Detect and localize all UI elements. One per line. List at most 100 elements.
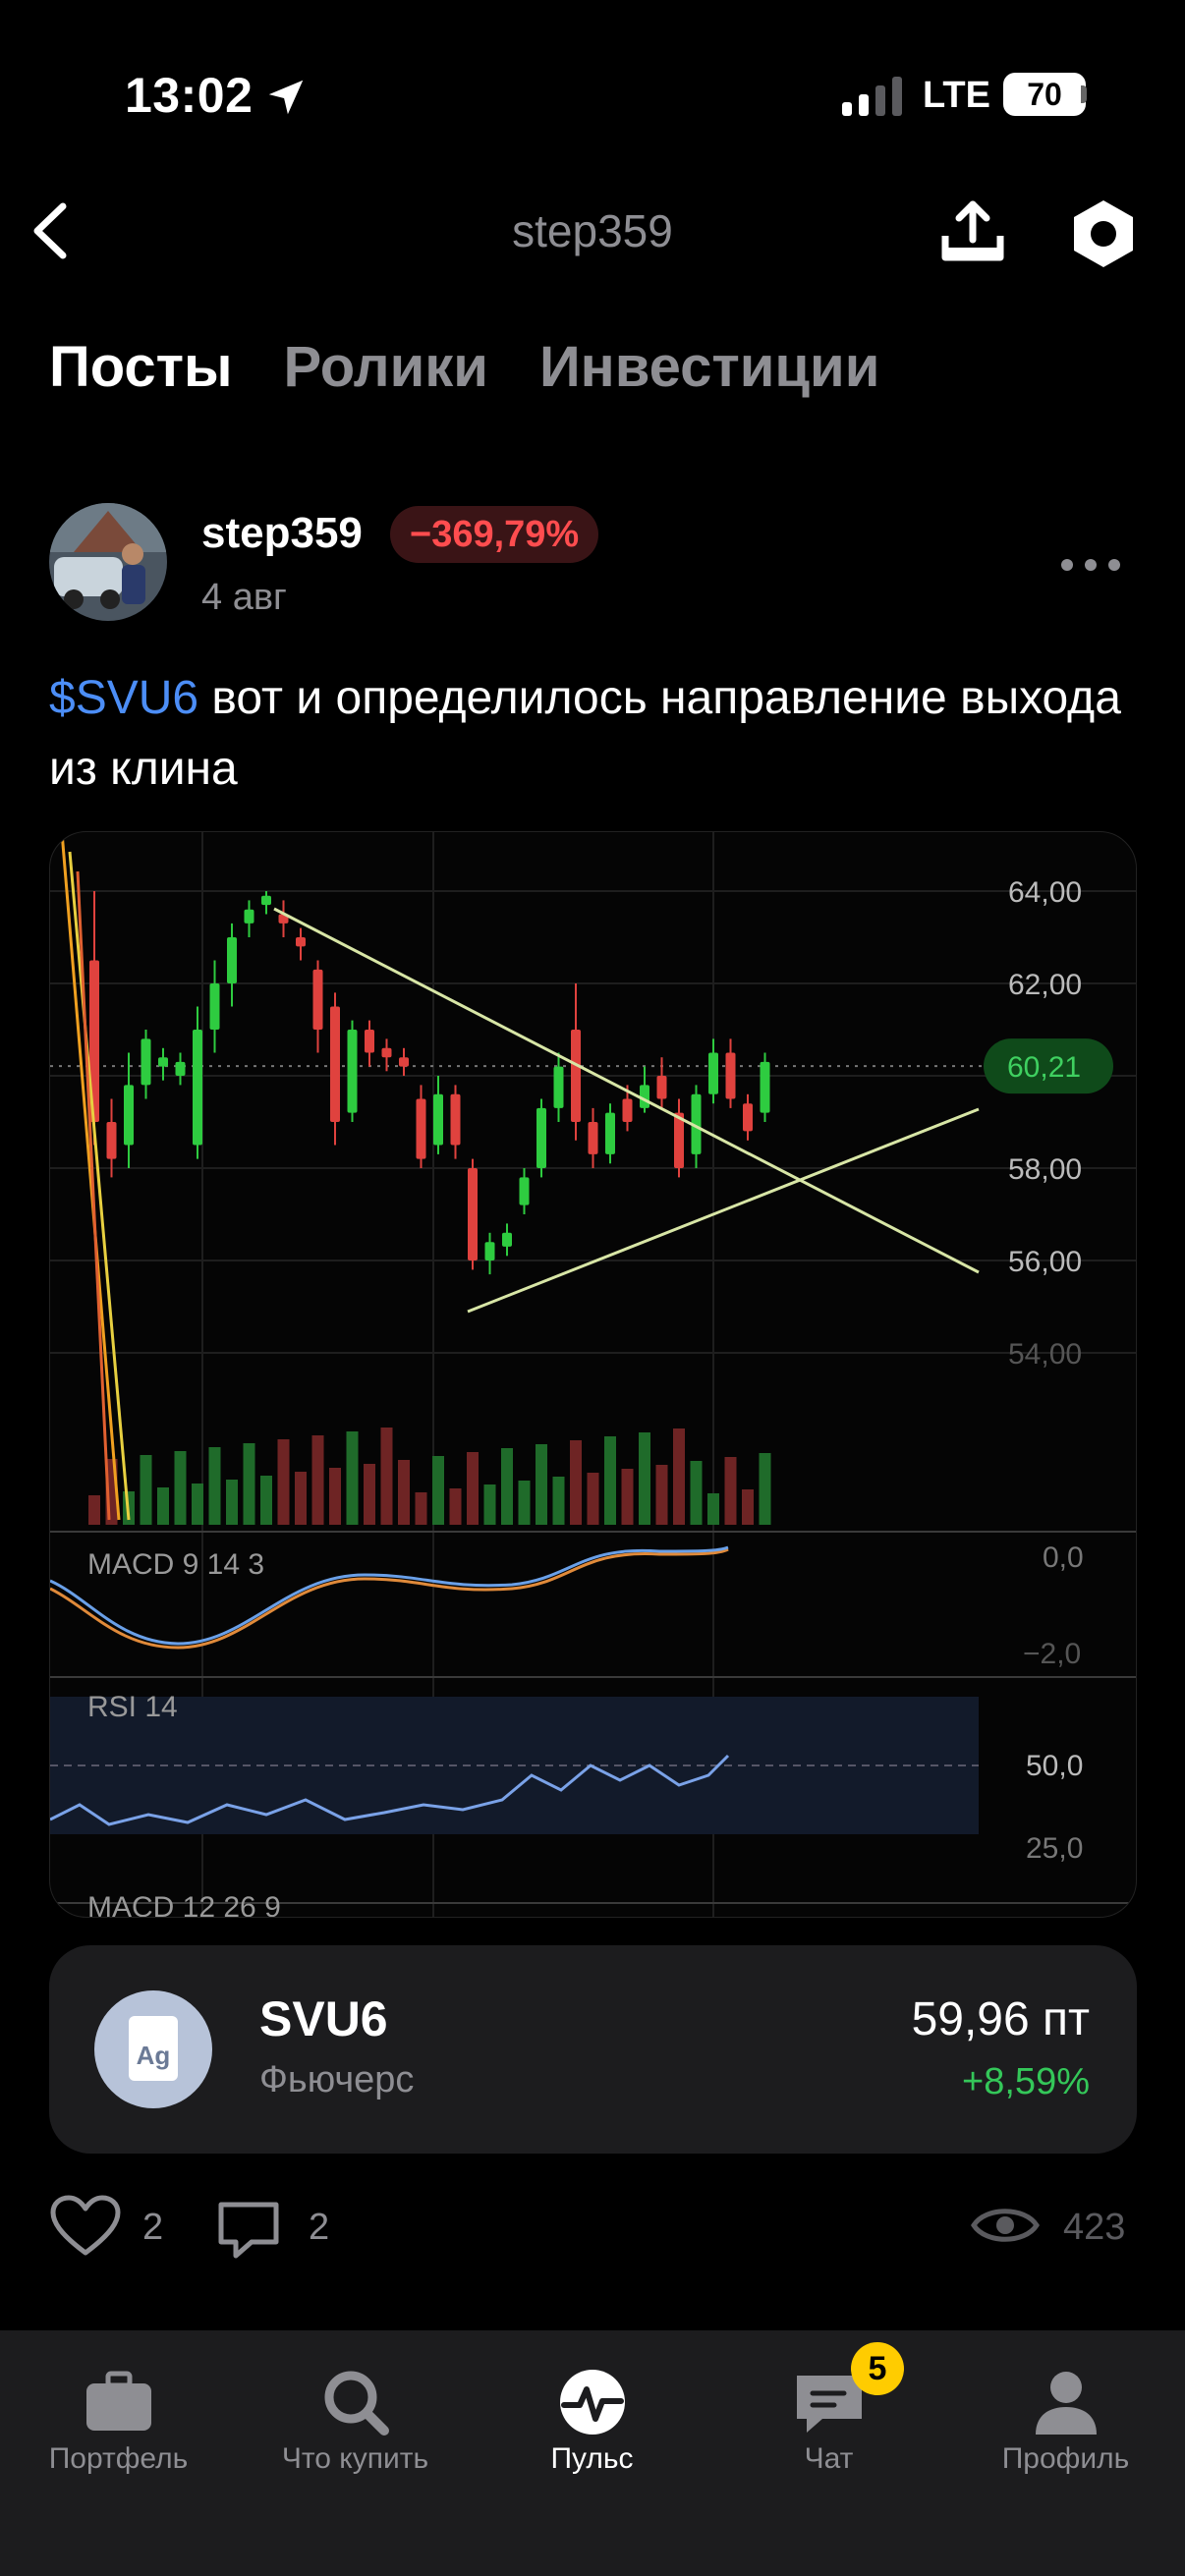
volume-bar	[380, 1428, 393, 1525]
share-icon[interactable]	[933, 193, 1012, 271]
candle	[519, 1177, 530, 1205]
ma-line	[68, 851, 131, 1521]
volume-bar	[759, 1453, 771, 1525]
battery-tip	[1081, 85, 1087, 103]
chart-graphic: 64,00 62,00 58,00 56,00 54,00 60,21 MACD 9 14 …	[50, 832, 1136, 1918]
nav-chat[interactable]: Чат	[710, 2330, 947, 2497]
silver-futures-icon: Ag	[94, 1990, 212, 2108]
volume-bar	[88, 1495, 100, 1525]
post-chart-image[interactable]: 64,00 62,00 58,00 56,00 54,00 60,21 MACD 9 14 …	[49, 831, 1137, 1918]
volume-bar	[655, 1465, 668, 1525]
tab-posts[interactable]: Посты	[49, 334, 233, 400]
nav-pulse[interactable]: Пульс	[474, 2330, 710, 2497]
volume-bar	[467, 1452, 479, 1525]
more-options-icon[interactable]	[1061, 550, 1120, 580]
nav-label-what-to-buy: Что купить	[281, 2442, 429, 2475]
profile-icon	[1036, 2372, 1097, 2435]
nav-what-to-buy[interactable]: Что купить	[237, 2330, 474, 2497]
candle	[622, 1098, 633, 1122]
wedge-upper-line	[273, 907, 980, 1274]
volume-bar	[742, 1489, 754, 1525]
instrument-ticker: SVU6	[259, 1991, 388, 2046]
battery-level: 70	[1003, 73, 1086, 116]
status-time: 13:02	[125, 68, 254, 123]
candle	[124, 1085, 134, 1146]
volume-bar	[415, 1492, 427, 1525]
candle	[175, 1061, 186, 1076]
candle	[416, 1098, 426, 1159]
ticker-link[interactable]: $SVU6	[49, 672, 198, 724]
instrument-card[interactable]: Ag SVU6 Фьючерс 59,96 пт +8,59%	[49, 1945, 1137, 2154]
volume-bar	[243, 1443, 255, 1525]
candle	[296, 937, 306, 947]
tab-investments[interactable]: Инвестиции	[539, 334, 879, 400]
volume-bar	[552, 1477, 565, 1525]
macd-tick: 0,0	[1043, 1541, 1084, 1574]
candle	[656, 1076, 667, 1099]
volume-bar	[295, 1472, 307, 1525]
candle	[193, 1030, 202, 1146]
candle	[158, 1057, 168, 1067]
volume-bar	[192, 1484, 203, 1525]
price-axis-label: 64,00	[1008, 876, 1082, 909]
instrument-price: 59,96 пт	[911, 1993, 1090, 2045]
volume-bar	[277, 1439, 290, 1525]
bottom-nav: Портфель Что купить Пульс Чат Профиль	[0, 2330, 1185, 2576]
candle	[399, 1057, 409, 1067]
author-name[interactable]: step359	[201, 509, 363, 558]
candle	[141, 1038, 151, 1086]
candle	[725, 1052, 736, 1099]
settings-hex-icon[interactable]	[1066, 196, 1141, 271]
volume-bar	[587, 1473, 599, 1525]
volume-bar	[398, 1460, 410, 1525]
nav-profile[interactable]: Профиль	[947, 2330, 1184, 2497]
briefcase-icon	[86, 2371, 151, 2431]
candle	[502, 1232, 512, 1247]
candle	[312, 969, 323, 1030]
post-date: 4 авг	[201, 577, 287, 618]
nav-portfolio[interactable]: Портфель	[0, 2330, 237, 2497]
candle	[743, 1103, 753, 1132]
post-body: вот и определилось направление выхода из…	[49, 672, 1121, 795]
candle	[330, 1006, 340, 1122]
heart-icon[interactable]	[49, 2194, 122, 2259]
status-bar: 13:02 LTE 70	[0, 0, 1185, 187]
tab-reels[interactable]: Ролики	[284, 334, 488, 400]
candle	[484, 1242, 495, 1260]
views-count: 423	[1063, 2207, 1126, 2248]
volume-bar	[140, 1455, 152, 1525]
volume-bar	[226, 1480, 238, 1525]
candle	[708, 1052, 718, 1094]
volume-bar	[364, 1464, 375, 1525]
price-axis-label: 62,00	[1008, 969, 1082, 1001]
volume-bar	[449, 1488, 462, 1525]
profit-badge: −369,79%	[390, 506, 599, 563]
comment-icon[interactable]	[216, 2197, 281, 2262]
candle	[760, 1061, 770, 1113]
price-axis-label: 54,00	[1008, 1338, 1082, 1371]
volume-bar	[501, 1448, 513, 1525]
candle	[450, 1093, 461, 1146]
volume-bar	[604, 1436, 616, 1525]
price-axis-label: 56,00	[1008, 1246, 1082, 1278]
nav-label-chat: Чат	[804, 2442, 854, 2475]
instrument-type: Фьючерс	[259, 2059, 415, 2100]
nav-label-profile: Профиль	[1001, 2442, 1130, 2475]
volume-bar	[570, 1440, 582, 1525]
volume-bar	[707, 1493, 719, 1525]
cellular-signal-icon	[842, 77, 902, 116]
macd2-label: MACD 12 26 9	[87, 1891, 281, 1918]
candle	[468, 1168, 478, 1260]
rsi-tick: 25,0	[1026, 1832, 1083, 1865]
author-avatar[interactable]	[49, 503, 167, 621]
candle	[244, 909, 254, 924]
volume-bar	[724, 1457, 737, 1525]
rsi-label: RSI 14	[87, 1691, 178, 1723]
candle	[106, 1122, 117, 1159]
volume-bar	[174, 1451, 187, 1525]
candle	[227, 937, 237, 983]
candle	[365, 1030, 374, 1053]
pulse-icon	[560, 2370, 625, 2435]
volume-bar	[157, 1487, 169, 1525]
candle	[209, 983, 220, 1030]
